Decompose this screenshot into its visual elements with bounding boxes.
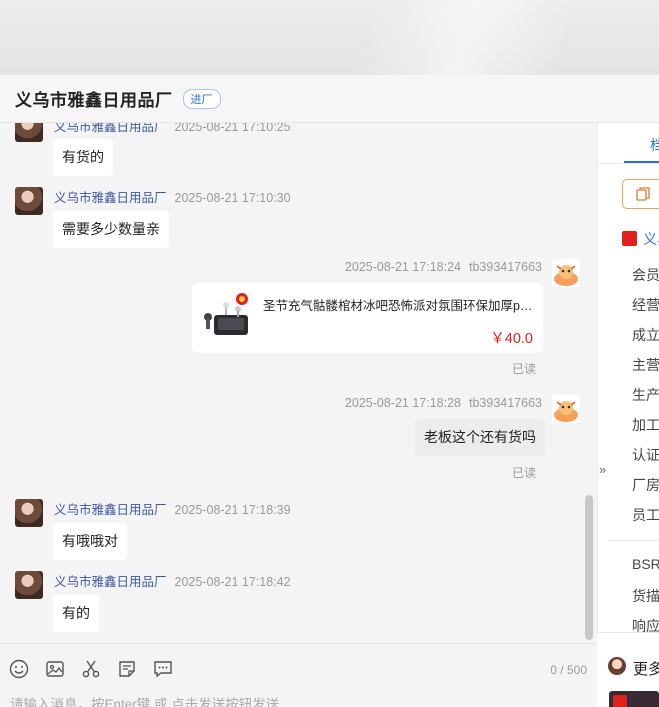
buyer-name: tb393417663 <box>469 396 542 410</box>
info-item: 成立 <box>632 327 659 343</box>
message-time: 2025-08-21 17:18:39 <box>174 503 291 517</box>
message-bubble: 有货的 <box>53 139 113 176</box>
shop-avatar <box>15 123 43 142</box>
message-bubble: 有哦哦对 <box>53 523 127 560</box>
image-icon[interactable] <box>45 659 65 679</box>
message-time: 2025-08-21 17:18:28 <box>344 396 461 410</box>
message-meta: 义乌市雅鑫日用品厂 2025-08-21 17:10:25 <box>54 123 291 135</box>
sender-name: 义乌市雅鑫日用品厂 <box>54 123 167 134</box>
more-section[interactable]: 更多 <box>597 632 659 707</box>
info-item: 会员 <box>632 267 659 283</box>
message-time: 2025-08-21 17:18:42 <box>174 575 291 589</box>
avatar <box>608 657 626 675</box>
product-card[interactable]: 圣节充气骷髅棺材冰吧恐怖派对氛围环保加厚pvc... ￥40.0 <box>192 283 543 353</box>
company-name: 义乌 <box>643 231 659 247</box>
sender-name: 义乌市雅鑫日用品厂 <box>54 575 167 589</box>
product-thumbnail[interactable] <box>609 691 659 707</box>
shop-name[interactable]: 义乌市雅鑫日用品厂 <box>15 86 173 111</box>
emoji-icon[interactable] <box>9 659 29 679</box>
factory-tag[interactable]: 进厂 <box>182 88 221 109</box>
collapse-panel-icon[interactable]: » <box>599 462 606 477</box>
message-list[interactable]: 义乌市雅鑫日用品厂 2025-08-21 17:10:25 有货的 义乌市雅鑫日用… <box>0 123 597 643</box>
product-price: ￥40.0 <box>490 331 533 347</box>
buyer-avatar <box>552 259 580 287</box>
copy-icon <box>636 187 650 201</box>
input-area: 0 / 500 请输入消息，按Enter键 或 点击发送按钮发送 <box>0 643 597 707</box>
sender-name: 义乌市雅鑫日用品厂 <box>54 191 167 205</box>
divider <box>598 163 659 164</box>
window-top-bar <box>0 0 659 75</box>
message-input[interactable]: 请输入消息，按Enter键 或 点击发送按钮发送 <box>10 693 279 707</box>
message-time: 2025-08-21 17:18:24 <box>344 260 461 274</box>
product-thumbnail[interactable] <box>202 291 254 345</box>
message-bubble: 老板这个还有货吗 <box>415 419 545 456</box>
buyer-name: tb393417663 <box>469 260 542 274</box>
company-link[interactable]: 义乌 <box>622 229 659 249</box>
divider <box>608 540 659 541</box>
message-meta: 2025-08-21 17:18:24 tb393417663 <box>345 260 542 274</box>
scissors-icon[interactable] <box>81 659 101 679</box>
shop-avatar <box>15 499 43 527</box>
company-badge-icon <box>622 231 637 246</box>
message-time: 2025-08-21 17:10:30 <box>174 191 291 205</box>
read-status: 已读 <box>512 466 537 480</box>
chat-icon[interactable] <box>153 659 173 679</box>
message-bubble: 需要多少数量亲 <box>53 211 169 248</box>
message-meta: 义乌市雅鑫日用品厂 2025-08-21 17:18:39 <box>54 499 291 518</box>
buyer-avatar <box>552 395 580 423</box>
message-time: 2025-08-21 17:10:25 <box>174 123 291 134</box>
chat-header: 义乌市雅鑫日用品厂 进厂 <box>0 75 659 123</box>
info-item: 生产 <box>632 387 659 403</box>
info-item: BSR <box>632 556 659 572</box>
tab-archive[interactable]: 档 <box>650 135 659 155</box>
message-scrollbar[interactable] <box>585 495 593 640</box>
info-item: 主营 <box>632 357 659 373</box>
copy-button[interactable] <box>622 179 659 209</box>
input-toolbar <box>9 659 173 679</box>
info-item: 认证 <box>632 447 659 463</box>
message-meta: 义乌市雅鑫日用品厂 2025-08-21 17:10:30 <box>54 187 291 206</box>
info-item: 厂房 <box>632 477 659 493</box>
shop-avatar <box>15 571 43 599</box>
shop-avatar <box>15 187 43 215</box>
message-meta: 义乌市雅鑫日用品厂 2025-08-21 17:18:42 <box>54 571 291 590</box>
sender-name: 义乌市雅鑫日用品厂 <box>54 503 167 517</box>
info-item: 经营 <box>632 297 659 313</box>
info-item: 加工 <box>632 417 659 433</box>
product-title[interactable]: 圣节充气骷髅棺材冰吧恐怖派对氛围环保加厚pvc... <box>263 295 533 314</box>
char-counter: 0 / 500 <box>550 663 587 677</box>
more-link[interactable]: 更多 <box>633 658 659 679</box>
message-meta: 2025-08-21 17:18:28 tb393417663 <box>345 396 542 410</box>
note-icon[interactable] <box>117 659 137 679</box>
info-item: 员工 <box>632 507 659 523</box>
shop-info-panel: 档 义乌 会员 经营 成立 主营 生产 加工 认证 厂房 员工 BSR 货描 响… <box>597 123 659 707</box>
info-item: 货描 <box>632 588 659 604</box>
message-bubble: 有的 <box>53 595 99 632</box>
read-status: 已读 <box>512 362 537 376</box>
